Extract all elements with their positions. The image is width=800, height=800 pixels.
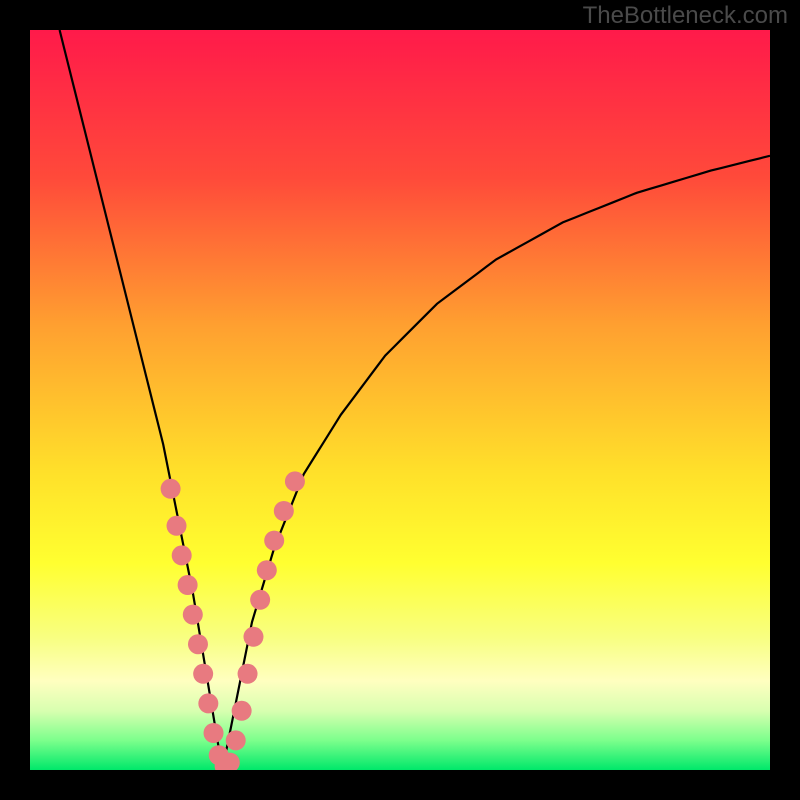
data-marker — [188, 634, 208, 654]
data-marker — [264, 531, 284, 551]
data-marker — [250, 590, 270, 610]
data-marker — [238, 664, 258, 684]
data-marker — [172, 545, 192, 565]
gradient-background — [30, 30, 770, 770]
data-marker — [193, 664, 213, 684]
data-marker — [183, 605, 203, 625]
data-marker — [285, 471, 305, 491]
data-marker — [167, 516, 187, 536]
data-marker — [161, 479, 181, 499]
chart-svg — [30, 30, 770, 770]
data-marker — [198, 693, 218, 713]
plot-area — [30, 30, 770, 770]
data-marker — [204, 723, 224, 743]
chart-frame: TheBottleneck.com — [0, 0, 800, 800]
data-marker — [226, 730, 246, 750]
data-marker — [232, 701, 252, 721]
watermark-text: TheBottleneck.com — [583, 2, 788, 30]
data-marker — [243, 627, 263, 647]
data-marker — [257, 560, 277, 580]
data-marker — [178, 575, 198, 595]
data-marker — [274, 501, 294, 521]
